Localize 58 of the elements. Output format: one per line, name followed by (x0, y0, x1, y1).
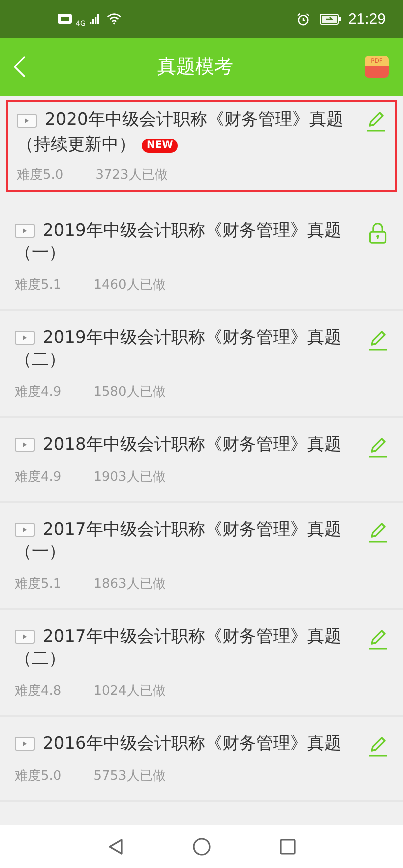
recents-nav-icon[interactable] (278, 838, 296, 856)
play-icon (15, 331, 35, 345)
done-count: 3723人已做 (96, 167, 168, 184)
pencil-icon[interactable] (366, 110, 386, 132)
pencil-icon[interactable] (368, 521, 388, 543)
new-badge: NEW (142, 138, 178, 152)
paper-subtitle: （一） (15, 541, 66, 563)
difficulty-label: 难度4.8 (15, 683, 62, 700)
pencil-icon[interactable] (368, 436, 388, 458)
pencil-icon[interactable] (368, 628, 388, 650)
page-title: 真题模考 (158, 55, 234, 80)
paper-title: 2019年中级会计职称《财务管理》真题 (43, 327, 342, 349)
paper-subtitle: （二） (15, 648, 66, 670)
paper-title: 2018年中级会计职称《财务管理》真题 (43, 434, 342, 456)
done-count: 1024人已做 (94, 683, 166, 700)
paper-item[interactable]: 2019年中级会计职称《财务管理》真题 （二） 难度4.9 1580人已做 (0, 311, 403, 418)
difficulty-label: 难度5.0 (17, 167, 64, 184)
wifi-icon (106, 13, 122, 25)
done-count: 1580人已做 (94, 384, 166, 401)
paper-item[interactable]: 2020年中级会计职称《财务管理》真题 （持续更新中） NEW 难度5.0 3723人已做 (6, 100, 397, 192)
play-icon (17, 114, 37, 128)
back-icon[interactable] (14, 56, 26, 78)
play-icon (15, 224, 35, 238)
difficulty-label: 难度5.0 (15, 768, 62, 785)
alarm-icon (297, 12, 310, 26)
paper-title: 2017年中级会计职称《财务管理》真题 (43, 519, 342, 541)
difficulty-label: 难度4.9 (15, 469, 62, 486)
lock-icon[interactable] (368, 222, 388, 244)
back-nav-icon[interactable] (106, 838, 124, 856)
paper-item[interactable]: 2019年中级会计职称《财务管理》真题 （一） 难度5.1 1460人已做 (0, 204, 403, 311)
paper-title: 2019年中级会计职称《财务管理》真题 (43, 220, 342, 242)
done-count: 5753人已做 (94, 768, 166, 785)
paper-subtitle: （一） (15, 242, 66, 264)
play-icon (15, 438, 35, 452)
done-count: 1903人已做 (94, 469, 166, 486)
paper-title: 2020年中级会计职称《财务管理》真题 (45, 109, 344, 132)
paper-item[interactable]: 2017年中级会计职称《财务管理》真题 （二） 难度4.8 1024人已做 (0, 610, 403, 717)
done-count: 1460人已做 (94, 277, 166, 294)
home-nav-icon[interactable] (192, 838, 210, 856)
difficulty-label: 难度4.9 (15, 384, 62, 401)
paper-item[interactable]: 2016年中级会计职称《财务管理》真题 难度5.0 5753人已做 (0, 717, 403, 802)
paper-subtitle: （持续更新中） (17, 134, 136, 157)
paper-subtitle: （二） (15, 349, 66, 371)
play-icon (15, 630, 35, 644)
play-icon (15, 737, 35, 751)
difficulty-label: 难度5.1 (15, 277, 62, 294)
clock-time: 21:29 (348, 10, 386, 28)
paper-item[interactable]: 2018年中级会计职称《财务管理》真题 难度4.9 1903人已做 (0, 418, 403, 503)
difficulty-label: 难度5.1 (15, 576, 62, 593)
paper-title: 2017年中级会计职称《财务管理》真题 (43, 626, 342, 648)
pencil-icon[interactable] (368, 329, 388, 351)
paper-title: 2016年中级会计职称《财务管理》真题 (43, 733, 342, 755)
play-icon (15, 523, 35, 537)
paper-item[interactable]: 2017年中级会计职称《财务管理》真题 （一） 难度5.1 1863人已做 (0, 503, 403, 610)
signal-icon (90, 14, 100, 24)
done-count: 1863人已做 (94, 576, 166, 593)
battery-icon (320, 14, 342, 24)
pencil-icon[interactable] (368, 735, 388, 757)
